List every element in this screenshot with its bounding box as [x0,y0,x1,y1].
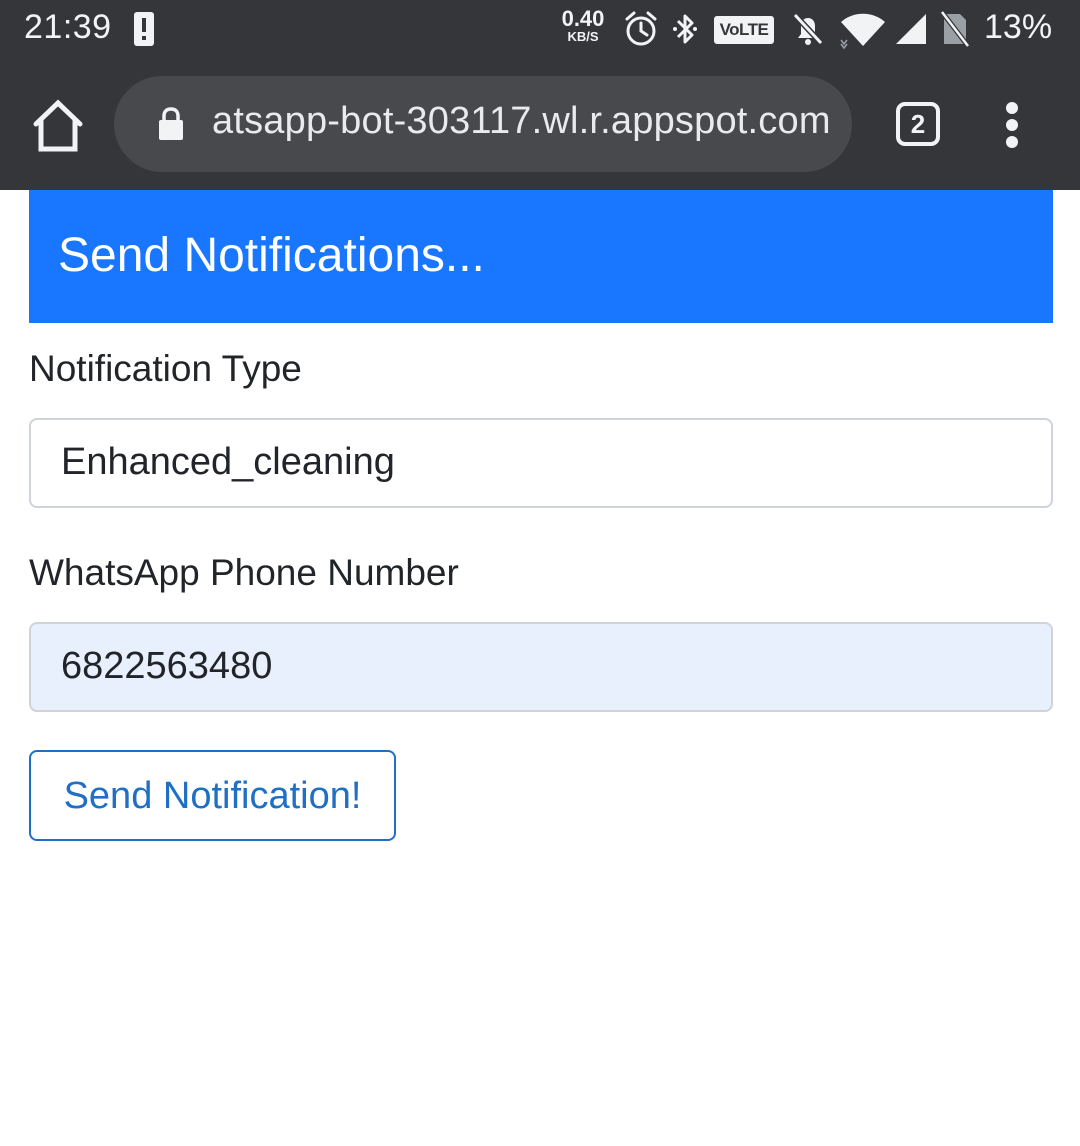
more-vert-icon[interactable] [996,100,1030,150]
network-speed-value: 0.40 [561,6,605,31]
network-speed-unit: KB/S [567,29,599,44]
home-icon[interactable] [30,98,86,154]
no-sim-icon [940,10,970,48]
wifi-icon [840,13,885,50]
notification-type-input[interactable]: Enhanced_cleaning [29,418,1053,508]
bluetooth-icon [673,14,697,44]
alarm-icon [625,11,657,46]
send-notification-button[interactable]: Send Notification! [29,750,396,841]
notification-type-label: Notification Type [29,348,302,389]
browser-toolbar: atsapp-bot-303117.wl.r.appspot.com 2 [0,60,1080,190]
status-bar: 21:39 0.40 KB/S VoLTE 13% [0,0,1080,60]
network-speed: 0.40 KB/S [558,8,608,44]
phone-number-input[interactable]: 6822563480 [29,622,1053,712]
battery-percent: 13% [984,8,1053,46]
tab-switcher-icon[interactable]: 2 [896,102,940,146]
page-header: Send Notifications... [29,190,1053,323]
phone-number-label: WhatsApp Phone Number [29,552,459,593]
alert-icon [134,12,154,46]
url-text[interactable]: atsapp-bot-303117.wl.r.appspot.com [212,100,831,143]
signal-icon [896,14,926,44]
status-time: 21:39 [24,8,112,46]
address-bar[interactable]: atsapp-bot-303117.wl.r.appspot.com [114,76,852,172]
volte-icon: VoLTE [714,16,774,44]
page-title: Send Notifications... [58,229,485,282]
mute-icon [792,12,824,46]
lock-icon[interactable] [156,106,186,142]
